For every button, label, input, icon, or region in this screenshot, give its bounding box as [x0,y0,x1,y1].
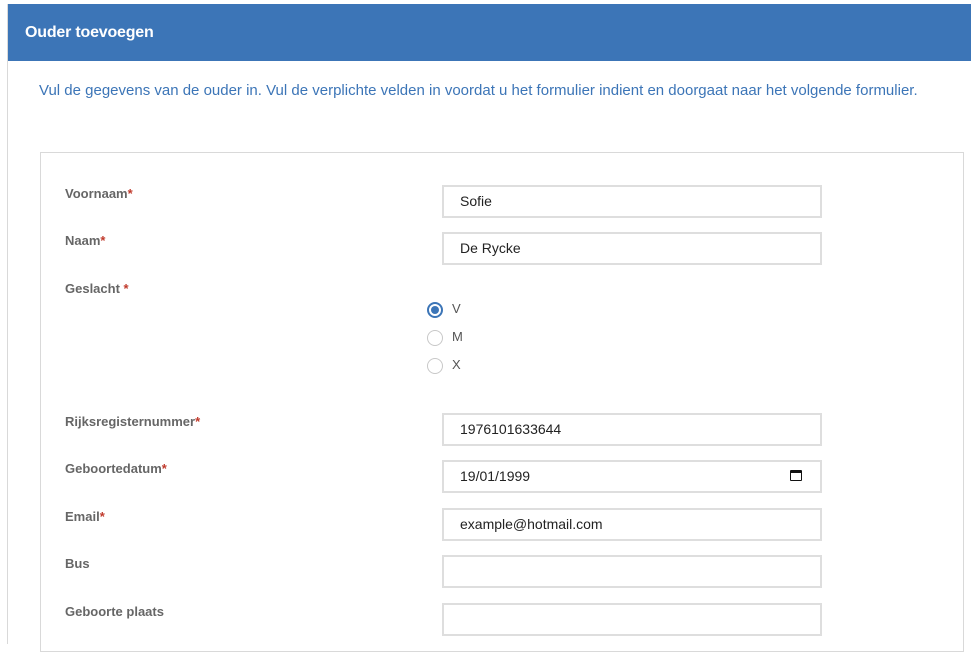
email-label-text: Email [65,509,100,524]
gender-option-m-label: M [452,329,463,344]
voornaam-label-text: Voornaam [65,186,128,201]
rijksregisternummer-label-text: Rijksregisternummer [65,414,196,429]
calendar-icon[interactable] [790,470,802,481]
required-mark: * [99,509,105,524]
add-parent-panel: Ouder toevoegen Vul de gegevens van de o… [7,4,971,652]
radio-button-checked[interactable] [427,302,443,318]
geboortedatum-value: 19/01/1999 [460,468,531,484]
voornaam-label: Voornaam* [65,186,133,201]
bus-label: Bus [65,556,90,571]
naam-input[interactable]: De Rycke [442,232,822,265]
required-mark: * [127,186,133,201]
geboortedatum-label: Geboortedatum* [65,461,167,476]
radio-button[interactable] [427,358,443,374]
rijksregisternummer-input[interactable]: 1976101633644 [442,413,822,446]
rijksregisternummer-label: Rijksregisternummer* [65,414,200,429]
geslacht-label: Geslacht * [65,281,129,296]
naam-label-text: Naam [65,233,101,248]
panel-header-title: Ouder toevoegen [8,4,971,61]
email-label: Email* [65,509,105,524]
required-mark: * [100,233,106,248]
required-mark: * [123,281,129,296]
required-mark: * [195,414,201,429]
geboorte-plaats-input[interactable] [442,603,822,636]
intro-text: Vul de gegevens van de ouder in. Vul de … [39,82,918,99]
naam-label: Naam* [65,233,105,248]
radio-button[interactable] [427,330,443,346]
email-input[interactable]: example@hotmail.com [442,508,822,541]
geboorte-plaats-label: Geboorte plaats [65,604,164,619]
gender-option-x-label: X [452,357,461,372]
geboortedatum-label-text: Geboortedatum [65,461,162,476]
required-mark: * [161,461,167,476]
bus-input[interactable] [442,555,822,588]
gender-option-v-label: V [452,301,461,316]
geboortedatum-input[interactable]: 19/01/1999 [442,460,822,493]
voornaam-input[interactable]: Sofie [442,185,822,218]
geslacht-label-text: Geslacht [65,281,124,296]
